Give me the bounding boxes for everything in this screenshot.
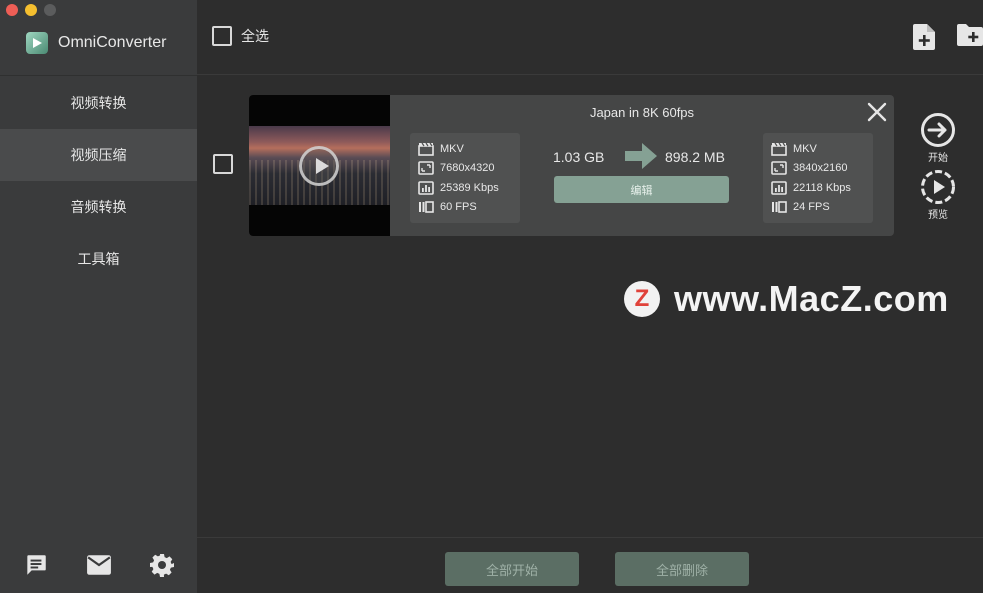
clapper-icon: [771, 142, 787, 156]
start-label: 开始: [928, 153, 948, 164]
spec-format: MKV: [771, 139, 865, 159]
spec-bitrate-value: 22118 Kbps: [793, 181, 851, 194]
sidebar-item-label: 音频转换: [70, 199, 127, 215]
spec-bitrate: 25389 Kbps: [418, 178, 512, 198]
spec-fps-value: 60 FPS: [440, 201, 477, 214]
sidebar-footer: [0, 537, 197, 593]
spec-fps: 24 FPS: [771, 198, 865, 218]
toolbar-icons: [913, 24, 983, 50]
start-all-button[interactable]: 全部开始: [445, 552, 579, 586]
sidebar-item-label: 视频压缩: [70, 147, 127, 163]
add-file-icon[interactable]: [913, 24, 939, 50]
preview-button[interactable]: 预览: [918, 169, 958, 221]
item-checkbox[interactable]: [213, 154, 233, 174]
delete-all-button[interactable]: 全部删除: [615, 552, 749, 586]
spec-resolution: 7680x4320: [418, 159, 512, 179]
play-icon[interactable]: [299, 146, 339, 186]
spec-format: MKV: [418, 139, 512, 159]
mail-icon[interactable]: [85, 551, 113, 579]
bitrate-icon: [771, 180, 787, 195]
start-button[interactable]: 开始: [918, 112, 958, 164]
sidebar: OmniConverter 视频转换 视频压缩 音频转换 工具箱: [0, 0, 197, 593]
minimize-window-button[interactable]: [25, 4, 37, 16]
video-title: Japan in 8K 60fps: [589, 105, 695, 120]
checkbox-box: [213, 154, 233, 174]
bottom-bar: 全部开始 全部删除: [197, 537, 983, 593]
target-specs: MKV 3840x2160 22118 Kbps 24 FPS: [763, 133, 873, 223]
app-name: OmniConverter: [58, 34, 167, 51]
app-brand: OmniConverter: [26, 32, 166, 54]
close-icon[interactable]: [866, 101, 888, 123]
output-size: 898.2 MB: [665, 149, 725, 165]
sidebar-item-label: 工具箱: [77, 251, 120, 267]
start-arrow-icon: [921, 113, 955, 147]
spec-fps-value: 24 FPS: [793, 201, 830, 214]
edit-button[interactable]: 编辑: [554, 176, 729, 203]
fps-icon: [772, 201, 787, 214]
clapper-icon: [418, 142, 434, 156]
sidebar-item-audio-convert[interactable]: 音频转换: [0, 181, 197, 233]
source-specs: MKV 7680x4320 25389 Kbps 60 FPS: [410, 133, 520, 223]
gear-icon[interactable]: [148, 551, 176, 579]
watermark-text: www.MacZ.com: [674, 278, 949, 319]
spec-bitrate: 22118 Kbps: [771, 178, 865, 198]
spec-format-value: MKV: [440, 142, 464, 155]
checkbox-box: [212, 26, 232, 46]
window-controls: [6, 4, 56, 16]
preview-label: 预览: [928, 210, 948, 221]
select-all-label: 全选: [241, 28, 269, 44]
sidebar-item-video-compress[interactable]: 视频压缩: [0, 129, 197, 181]
spec-resolution-value: 7680x4320: [440, 162, 495, 175]
watermark: Z www.MacZ.com: [624, 278, 949, 320]
close-window-button[interactable]: [6, 4, 18, 16]
arrow-right-icon: [625, 143, 657, 174]
video-thumbnail: [249, 95, 390, 236]
spec-format-value: MKV: [793, 142, 817, 155]
video-item-card: Japan in 8K 60fps MKV 7680x4320 25389 Kb…: [249, 95, 894, 236]
sidebar-item-toolbox[interactable]: 工具箱: [0, 233, 197, 285]
spec-bitrate-value: 25389 Kbps: [440, 181, 499, 194]
spec-resolution: 3840x2160: [771, 159, 865, 179]
chat-icon[interactable]: [22, 551, 50, 579]
resolution-icon: [418, 161, 434, 176]
resolution-icon: [771, 161, 787, 176]
input-size: 1.03 GB: [553, 149, 605, 165]
zoom-window-button[interactable]: [44, 4, 56, 16]
sidebar-item-label: 视频转换: [70, 95, 127, 111]
spec-resolution-value: 3840x2160: [793, 162, 848, 175]
watermark-logo-icon: Z: [624, 281, 660, 317]
top-toolbar: 全选: [197, 0, 983, 75]
fps-icon: [419, 201, 434, 214]
spec-fps: 60 FPS: [418, 198, 512, 218]
preview-play-icon: [921, 170, 955, 204]
add-folder-icon[interactable]: [957, 24, 983, 50]
sidebar-item-video-convert[interactable]: 视频转换: [0, 77, 197, 129]
sidebar-nav: 视频转换 视频压缩 音频转换 工具箱: [0, 77, 197, 285]
app-logo-icon: [26, 32, 48, 54]
item-actions: 开始 预览: [918, 112, 958, 221]
bitrate-icon: [418, 180, 434, 195]
sidebar-divider: [0, 75, 197, 76]
select-all-checkbox[interactable]: 全选: [212, 26, 269, 46]
